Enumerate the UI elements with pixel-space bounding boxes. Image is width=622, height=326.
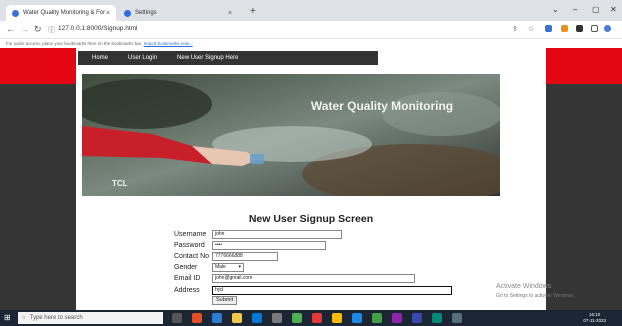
- contact-label: Contact No: [174, 252, 210, 260]
- clock-date: 07-11-2023: [583, 318, 606, 323]
- bookmarks-hint: For quick access, place your bookmarks h…: [6, 41, 143, 46]
- reload-icon[interactable]: ↻: [34, 24, 42, 35]
- bookmark-star-icon[interactable]: ☆: [528, 25, 534, 33]
- app-icon[interactable]: [392, 313, 402, 323]
- submit-button[interactable]: Submit: [212, 296, 238, 305]
- store-icon[interactable]: [252, 313, 262, 323]
- gender-select[interactable]: Male ▾: [212, 262, 244, 272]
- contact-input[interactable]: 7776666888: [212, 251, 278, 261]
- chrome-icon[interactable]: [332, 313, 342, 323]
- email-input[interactable]: john@gmail.com: [212, 273, 415, 283]
- app-icon[interactable]: [452, 313, 462, 323]
- password-row: Password ••••: [174, 240, 326, 250]
- nav-user-login[interactable]: User Login: [128, 55, 157, 61]
- tab-settings[interactable]: Settings ×: [118, 5, 238, 21]
- extension-icon[interactable]: [561, 25, 568, 32]
- password-label: Password: [174, 241, 205, 249]
- back-icon[interactable]: ←: [6, 24, 15, 34]
- page-title: New User Signup Screen: [248, 213, 374, 225]
- banner-title: Water Quality Monitoring: [311, 99, 453, 113]
- username-input[interactable]: john: [212, 229, 342, 239]
- username-row: Username john: [174, 229, 342, 239]
- email-label: Email ID: [174, 274, 201, 282]
- banner-corner-text: TCL: [112, 179, 128, 188]
- chevron-down-icon: ▾: [238, 263, 241, 270]
- tab-water-quality[interactable]: Water Quality Monitoring & For ×: [6, 5, 116, 21]
- task-view-icon[interactable]: [172, 313, 182, 323]
- minimize-button[interactable]: –: [573, 5, 577, 14]
- address-bar: ← → ↻ ⓘ 127.0.0.1:8000/Signup.html ⇪ ☆: [0, 21, 622, 39]
- edge-icon[interactable]: [212, 313, 222, 323]
- address-input[interactable]: hyd: [212, 285, 452, 295]
- address-row: Address hyd: [174, 285, 452, 295]
- profile-icon[interactable]: [604, 25, 611, 32]
- close-icon[interactable]: ×: [106, 10, 110, 17]
- info-icon[interactable]: ⓘ: [48, 25, 55, 35]
- forward-icon[interactable]: →: [20, 24, 29, 34]
- new-tab-button[interactable]: +: [250, 6, 256, 17]
- password-input[interactable]: ••••: [212, 240, 326, 250]
- taskbar-search-placeholder: Type here to search: [29, 315, 83, 321]
- app-icon[interactable]: [272, 313, 282, 323]
- bookmarks-bar: For quick access, place your bookmarks h…: [0, 39, 622, 48]
- main-nav: Home User Login New User Signup Here: [78, 51, 378, 65]
- app-icon[interactable]: [292, 313, 302, 323]
- import-bookmarks-link[interactable]: Import bookmarks now...: [144, 41, 193, 46]
- email-row: Email ID john@gmail.com: [174, 273, 415, 283]
- tab-title: Water Quality Monitoring & For: [23, 10, 106, 16]
- tab-search-icon[interactable]: ⌄: [552, 5, 559, 14]
- close-icon[interactable]: ×: [228, 10, 232, 17]
- app-icon[interactable]: [352, 313, 362, 323]
- close-window-button[interactable]: ✕: [610, 5, 617, 14]
- globe-icon: [12, 9, 19, 17]
- contact-row: Contact No 7776666888: [174, 251, 278, 261]
- url-field[interactable]: 127.0.0.1:8000/Signup.html: [58, 25, 138, 32]
- search-icon: ○: [22, 315, 26, 321]
- sidebar-icon[interactable]: [591, 25, 598, 32]
- gender-selected-value: Male: [215, 263, 226, 270]
- app-icon[interactable]: [372, 313, 382, 323]
- browser-tab-strip: Water Quality Monitoring & For × Setting…: [0, 0, 622, 21]
- nav-home[interactable]: Home: [92, 55, 108, 61]
- maximize-button[interactable]: ▢: [592, 5, 600, 14]
- puzzle-icon[interactable]: [576, 25, 583, 32]
- nav-new-user-signup[interactable]: New User Signup Here: [177, 55, 238, 61]
- taskbar-search-input[interactable]: ○ Type here to search: [18, 312, 163, 324]
- share-icon[interactable]: ⇪: [512, 25, 518, 33]
- extension-shield-icon[interactable]: [545, 25, 552, 32]
- app-icon[interactable]: [412, 313, 422, 323]
- tab-title: Settings: [135, 10, 157, 16]
- activate-windows-hint: Go to Settings to activate Windows.: [496, 293, 575, 299]
- app-icon[interactable]: [192, 313, 202, 323]
- taskbar-clock[interactable]: 16:10 07-11-2023: [583, 312, 606, 324]
- gear-icon: [124, 9, 131, 17]
- username-label: Username: [174, 230, 207, 238]
- banner-image: Water Quality Monitoring TCL: [82, 74, 500, 196]
- address-label: Address: [174, 286, 200, 294]
- gender-label: Gender: [174, 263, 198, 271]
- windows-taskbar: ⊞ ○ Type here to search 16:10 07-11-2023: [0, 310, 622, 326]
- gender-row: Gender Male ▾: [174, 262, 244, 272]
- windows-start-icon[interactable]: ⊞: [4, 314, 12, 322]
- app-icon[interactable]: [312, 313, 322, 323]
- folder-icon[interactable]: [232, 313, 242, 323]
- app-icon[interactable]: [432, 313, 442, 323]
- activate-windows-watermark: Activate Windows: [496, 283, 552, 290]
